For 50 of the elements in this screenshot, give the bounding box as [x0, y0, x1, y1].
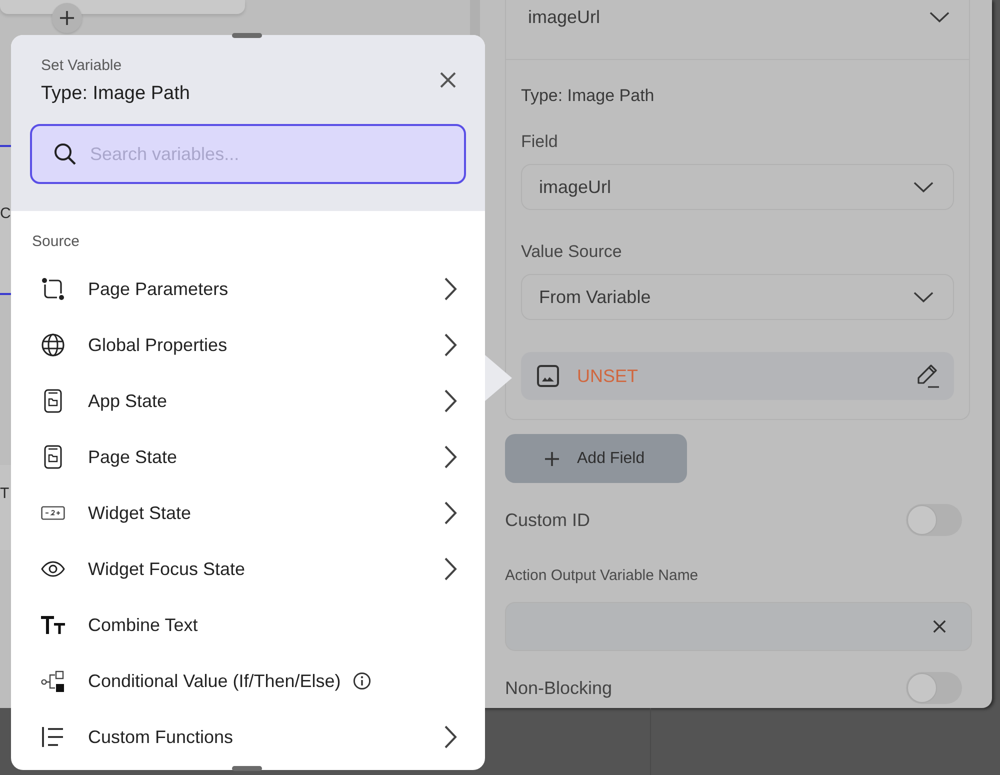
- type-label: Type: Image Path: [521, 85, 656, 107]
- setting-label: Action Output Variable Name: [505, 566, 700, 586]
- menu-item[interactable]: Widget Focus State: [11, 541, 485, 597]
- drag-handle[interactable]: [232, 33, 262, 38]
- card-text: T: [0, 485, 10, 503]
- menu-item[interactable]: Page State: [11, 429, 485, 485]
- menu-item[interactable]: Page Parameters: [11, 261, 485, 317]
- section-label: Source: [31, 232, 81, 252]
- text-input[interactable]: [505, 602, 972, 651]
- menu-item[interactable]: Conditional Value (If/Then/Else): [11, 653, 485, 709]
- add-field-button[interactable]: Add Field: [505, 434, 687, 483]
- folder-card-icon: [44, 445, 62, 469]
- chevron-down-icon: [913, 181, 934, 193]
- text-size-icon: [41, 616, 65, 634]
- plus-icon: [60, 11, 74, 25]
- popover-pointer: [485, 355, 512, 401]
- field-label: Value Source: [521, 241, 623, 263]
- add-button[interactable]: [52, 3, 82, 33]
- eye-icon: [41, 561, 65, 577]
- dropdown[interactable]: From Variable: [521, 274, 954, 320]
- field-label: Field: [521, 131, 559, 153]
- globe-icon: [41, 333, 65, 357]
- menu-item[interactable]: Combine Text: [11, 597, 485, 653]
- menu-item[interactable]: App State: [11, 373, 485, 429]
- card-text: C: [0, 205, 11, 223]
- close-icon[interactable]: [439, 71, 457, 89]
- toggle-switch[interactable]: [906, 504, 962, 536]
- image-icon: [537, 365, 559, 387]
- toggle-switch[interactable]: [906, 672, 962, 704]
- dropdown[interactable]: imageUrl: [506, 0, 969, 60]
- info-icon[interactable]: [352, 672, 371, 690]
- plus-icon: [545, 452, 559, 466]
- drag-handle[interactable]: [232, 766, 262, 771]
- popup-title: Type: Image Path: [40, 82, 191, 106]
- chevron-down-icon: [913, 291, 934, 303]
- corner-dots-icon: [41, 277, 65, 301]
- list-icon: [41, 725, 65, 749]
- counter-icon: [41, 506, 65, 520]
- popup-subtitle: Set Variable: [40, 56, 123, 76]
- setting-label: Custom ID: [505, 510, 590, 530]
- folder-card-icon: [44, 389, 62, 413]
- chevron-down-icon: [929, 11, 950, 23]
- dropdown[interactable]: imageUrl: [521, 164, 954, 210]
- setting-label: Non-Blocking: [505, 678, 612, 698]
- menu-item[interactable]: Global Properties: [11, 317, 485, 373]
- search-icon: [54, 143, 76, 165]
- branch-icon: [41, 669, 65, 693]
- menu-item[interactable]: Widget State: [11, 485, 485, 541]
- clear-icon[interactable]: [932, 619, 947, 634]
- menu-item[interactable]: Custom Functions: [11, 709, 485, 765]
